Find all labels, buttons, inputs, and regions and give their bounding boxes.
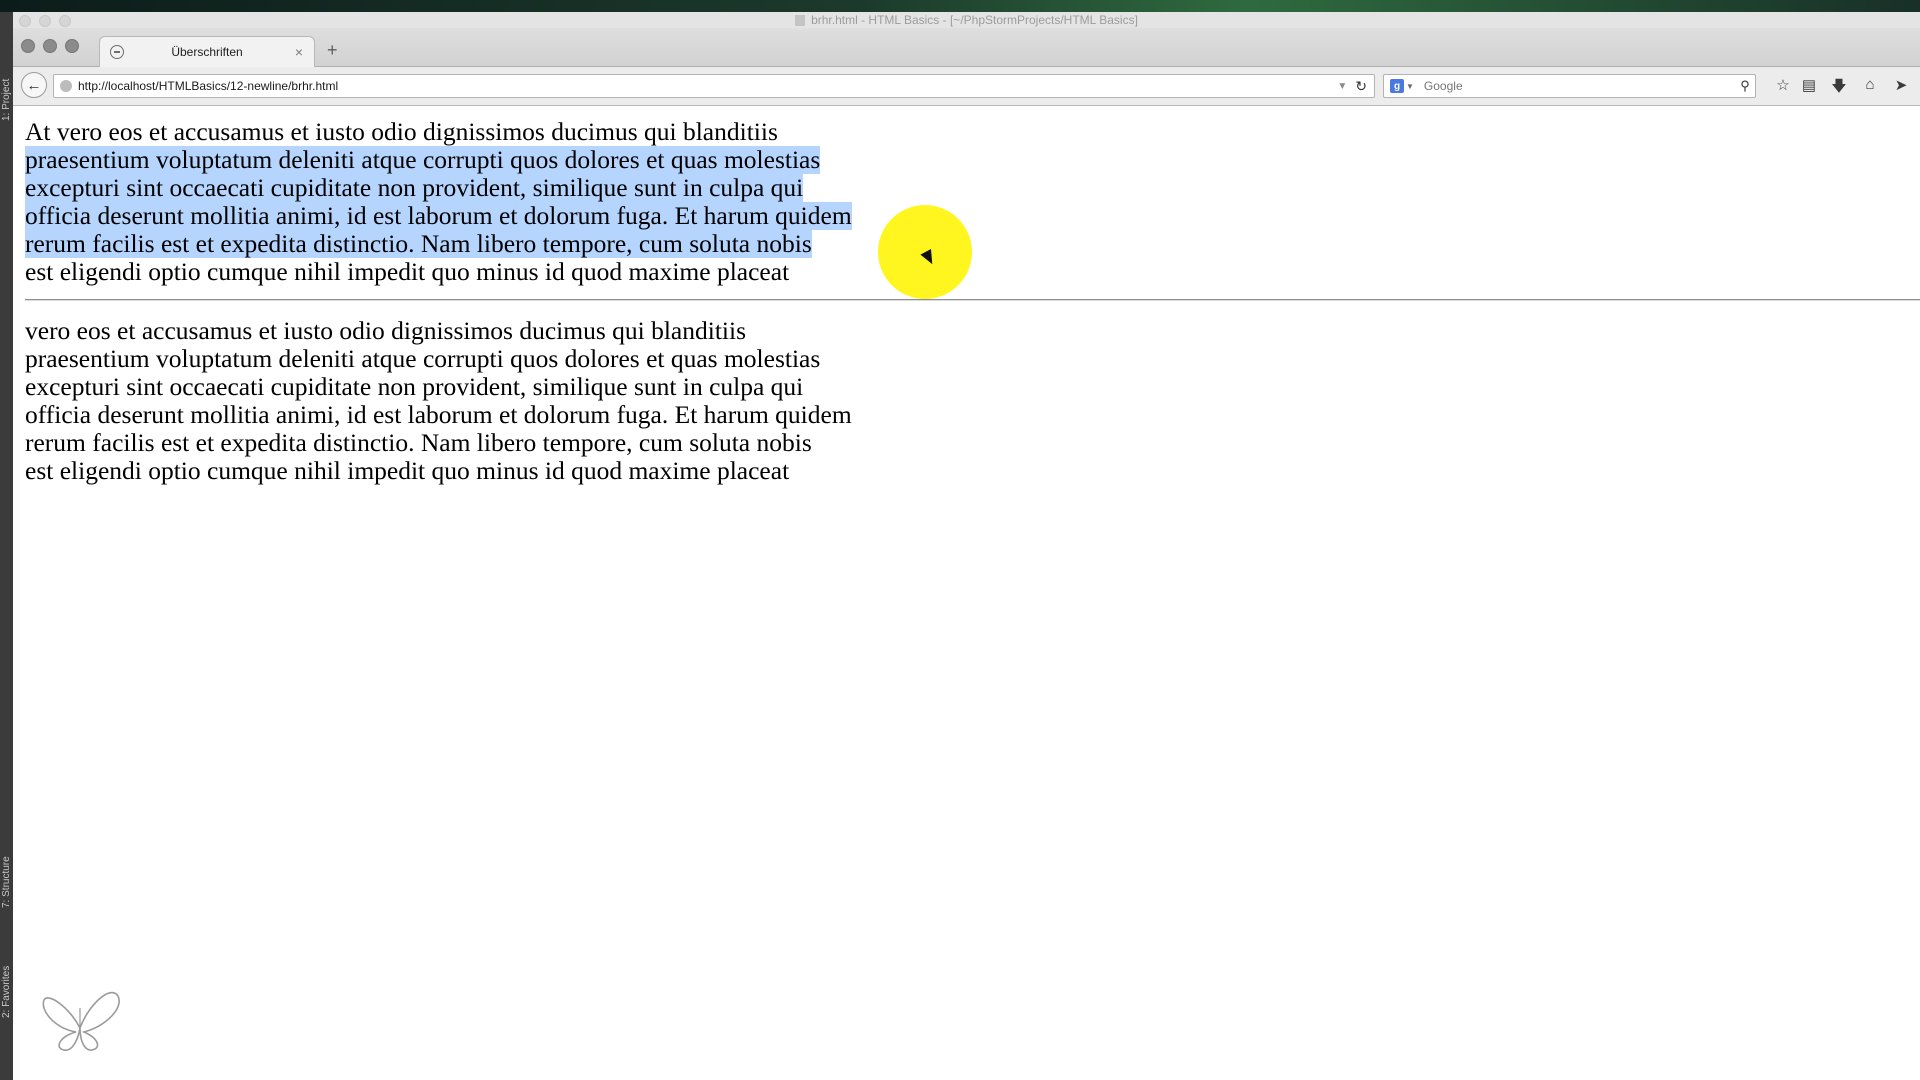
- selected-text-line: rerum facilis est et expedita distinctio…: [25, 229, 812, 258]
- ide-side-panel: 1: Project 7: Structure 2: Favorites: [0, 12, 13, 1080]
- selected-text-line: praesentium voluptatum deleniti atque co…: [25, 145, 821, 174]
- minimize-button[interactable]: [43, 39, 57, 53]
- address-bar[interactable]: http://localhost/HTMLBasics/12-newline/b…: [53, 74, 1375, 98]
- text-line: excepturi sint occaecati cupiditate non …: [25, 372, 804, 401]
- selected-text-line: excepturi sint occaecati cupiditate non …: [25, 173, 804, 202]
- butterfly-logo-icon: [42, 991, 120, 1051]
- back-button[interactable]: ←: [21, 72, 47, 98]
- selected-text-line: officia deserunt mollitia animi, id est …: [25, 201, 852, 230]
- zoom-button[interactable]: [65, 39, 79, 53]
- horizontal-rule: [25, 299, 1920, 301]
- home-icon[interactable]: ⌂: [1860, 76, 1880, 93]
- site-identity-icon[interactable]: [60, 80, 72, 92]
- window-title: brhr.html - HTML Basics - [~/PhpStormPro…: [811, 13, 1138, 27]
- tab-close-icon[interactable]: ×: [290, 44, 308, 60]
- download-arrow-icon[interactable]: 🡇: [1829, 76, 1849, 101]
- ide-tab-project[interactable]: 1: Project: [0, 70, 13, 130]
- star-icon[interactable]: ☆: [1773, 76, 1793, 94]
- paragraph-second: vero eos et accusamus et iusto odio dign…: [25, 317, 852, 485]
- navigation-toolbar: ← http://localhost/HTMLBasics/12-newline…: [13, 67, 1920, 106]
- window-controls: [21, 39, 79, 53]
- tab-favicon-icon: [110, 45, 124, 59]
- close-button[interactable]: [21, 39, 35, 53]
- text-line: At vero eos et accusamus et iusto odio d…: [25, 117, 778, 146]
- search-input[interactable]: [1421, 78, 1735, 94]
- window-title-bar: brhr.html - HTML Basics - [~/PhpStormPro…: [13, 12, 1920, 28]
- text-line: est eligendi optio cumque nihil impedit …: [25, 456, 790, 485]
- back-arrow-icon: ←: [26, 76, 42, 94]
- new-tab-button[interactable]: +: [327, 40, 338, 61]
- text-line: vero eos et accusamus et iusto odio dign…: [25, 316, 747, 345]
- browser-tab[interactable]: Überschriften ×: [99, 36, 315, 67]
- text-line: praesentium voluptatum deleniti atque co…: [25, 344, 821, 373]
- inactive-window-controls: [19, 15, 71, 27]
- bookmark-list-icon[interactable]: ▤: [1799, 76, 1819, 94]
- reload-icon[interactable]: ↻: [1355, 78, 1367, 95]
- magnifier-icon[interactable]: ⚲: [1735, 78, 1755, 94]
- ide-tab-structure[interactable]: 7: Structure: [0, 842, 13, 922]
- close-window-icon: [19, 15, 31, 27]
- search-engine-dropdown-icon[interactable]: ▼: [1406, 82, 1414, 91]
- zoom-window-icon: [59, 15, 71, 27]
- tab-label: Überschriften: [171, 45, 243, 59]
- text-line: officia deserunt mollitia animi, id est …: [25, 400, 852, 429]
- minimize-window-icon: [39, 15, 51, 27]
- desktop-background: [0, 0, 1920, 12]
- search-bar[interactable]: g ▼ ⚲: [1383, 74, 1756, 98]
- share-arrow-icon[interactable]: ➤: [1891, 76, 1911, 94]
- ide-tab-favorites[interactable]: 2: Favorites: [0, 947, 13, 1037]
- url-text[interactable]: http://localhost/HTMLBasics/12-newline/b…: [78, 79, 1337, 93]
- paragraph-first: At vero eos et accusamus et iusto odio d…: [25, 118, 852, 286]
- text-line: est eligendi optio cumque nihil impedit …: [25, 257, 790, 286]
- search-engine-icon[interactable]: g: [1390, 79, 1404, 93]
- document-icon: [795, 14, 806, 26]
- browser-tab-strip: Überschriften × +: [13, 28, 1920, 67]
- history-dropdown-icon[interactable]: ▼: [1337, 81, 1347, 92]
- text-line: rerum facilis est et expedita distinctio…: [25, 428, 812, 457]
